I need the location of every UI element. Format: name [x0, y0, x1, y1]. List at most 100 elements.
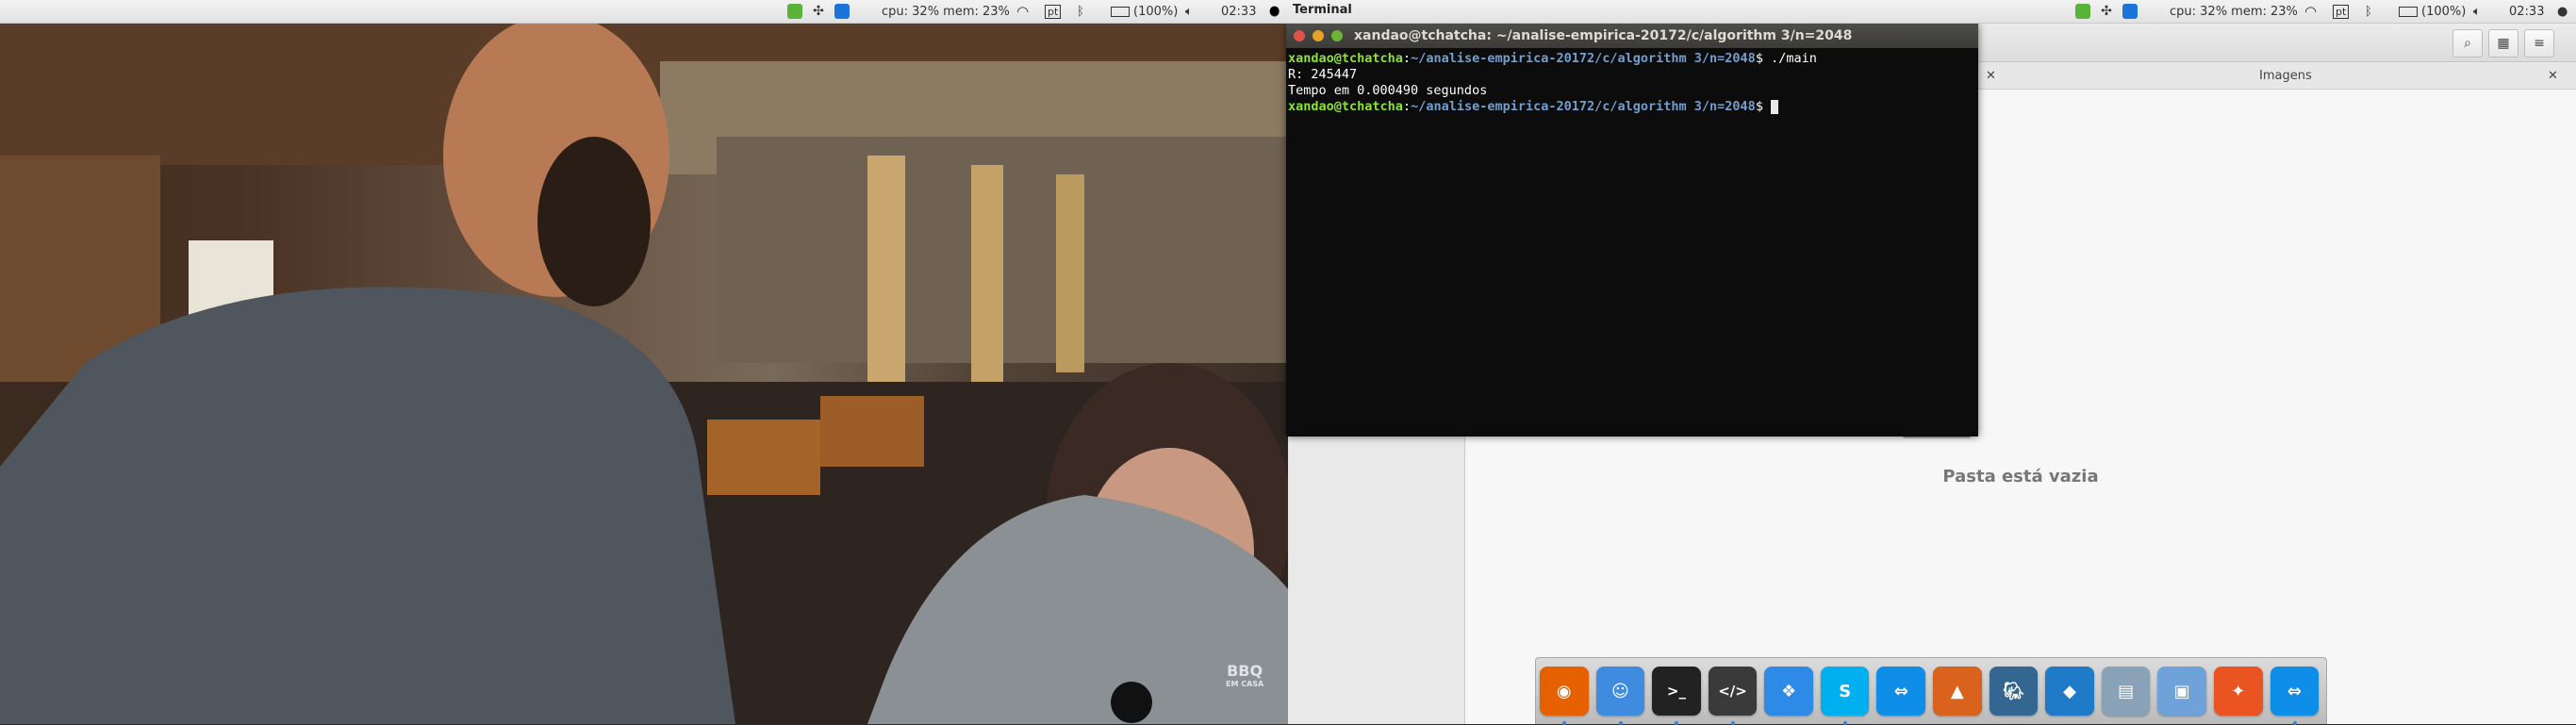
dock-item-postgresql[interactable]: 🐘︎	[1989, 667, 2039, 716]
battery-icon	[1111, 6, 1130, 17]
terminal-output[interactable]: xandao@tchatcha:~/analise-empirica-20172…	[1286, 48, 1978, 118]
wifi-icon-right[interactable]: ◠	[2304, 0, 2317, 23]
apple-menu-icon[interactable]: ●	[1269, 4, 1280, 18]
running-indicator	[1730, 721, 1735, 725]
watermark-line-2: EM CASA	[1226, 680, 1264, 688]
mysql-workbench-icon: ◆	[2063, 681, 2076, 701]
tab-imagens-label[interactable]: Imagens	[2259, 62, 2312, 89]
running-indicator	[1618, 721, 1623, 725]
running-indicator	[1562, 721, 1566, 725]
empty-folder-label: Pasta está vazia	[1942, 467, 2099, 486]
code-editor-icon: </>	[1718, 683, 1747, 700]
prompt-path: ~/analise-empirica-20172/c/algorithm 3/n…	[1411, 51, 1756, 66]
keyboard-layout-indicator-right[interactable]: pt	[2333, 0, 2350, 23]
tab-close-button-2[interactable]: ✕	[2548, 62, 2558, 89]
terminal-titlebar[interactable]: xandao@tchatcha: ~/analise-empirica-2017…	[1286, 24, 1978, 48]
battery-icon-right	[2399, 6, 2418, 17]
dock-item-virtualbox[interactable]: ▣	[2157, 667, 2206, 716]
dock-item-mysql-workbench[interactable]: ◆	[2045, 667, 2094, 716]
grid-icon: ▦	[2497, 36, 2510, 51]
video-player[interactable]: BBQ EM CASA	[0, 24, 1288, 724]
teamviewer-tray-icon[interactable]	[834, 4, 850, 19]
clock[interactable]: 02:33	[1221, 0, 1256, 23]
dropbox-icon: ❖	[1781, 681, 1797, 701]
prompt-path-2: ~/analise-empirica-20172/c/algorithm 3/n…	[1411, 99, 1756, 114]
dock-item-ubuntu-software[interactable]: ✦	[2213, 667, 2263, 716]
prompt-user-host: xandao@tchatcha	[1288, 51, 1403, 66]
close-window-button[interactable]	[1294, 30, 1305, 41]
ubuntu-software-icon: ✦	[2231, 681, 2246, 701]
cpu-mem-indicator[interactable]: cpu: 32% mem: 23%	[882, 0, 1010, 23]
clock-right[interactable]: 02:33	[2509, 0, 2544, 23]
firefox-icon: ◉	[1556, 681, 1572, 701]
dock-item-teamviewer[interactable]: ⇔	[2270, 667, 2320, 725]
watermark-line-1: BBQ	[1227, 662, 1263, 680]
virtualbox-icon: ▣	[2173, 681, 2190, 701]
teamviewer-icon-2: ⇔	[2287, 681, 2302, 701]
postgresql-icon: 🐘︎	[2002, 681, 2024, 701]
dock-item-firefox[interactable]: ◉	[1540, 667, 1589, 725]
hamburger-icon: ≡	[2534, 36, 2545, 51]
search-button[interactable]: ⌕	[2452, 29, 2483, 58]
skype-icon: S	[1839, 681, 1852, 701]
top-panel: ✣ cpu: 32% mem: 23% ◠ pt ᛒ (100%) 🔈︎ 02:…	[0, 0, 1288, 24]
bluetooth-icon[interactable]: ᛒ	[1077, 0, 1084, 23]
terminal-line-2: R: 245447	[1288, 67, 1358, 82]
indicator-group-right: ✣	[2075, 0, 2138, 23]
keyboard-layout-label-right: pt	[2333, 4, 2350, 19]
running-indicator	[1842, 721, 1847, 725]
minimize-window-button[interactable]	[1313, 30, 1324, 41]
battery-label-right: (100%)	[2421, 4, 2467, 19]
battery-label: (100%)	[1133, 4, 1179, 19]
dock-item-teamviewer[interactable]: ⇔	[1876, 667, 1926, 716]
bluetooth-icon-right[interactable]: ᛒ	[2365, 0, 2372, 23]
top-panel-right: ✣ cpu: 32% mem: 23% ◠ pt ᛒ (100%) 🔈︎ 02:…	[1288, 0, 2576, 24]
dock-item-skype[interactable]: S	[1820, 667, 1870, 725]
battery-indicator-right[interactable]: (100%)	[2399, 0, 2466, 23]
update-icon-right[interactable]	[2075, 4, 2090, 19]
terminal-window[interactable]: xandao@tchatcha: ~/analise-empirica-2017…	[1286, 24, 1978, 437]
matlab-icon: ▲	[1950, 681, 1964, 701]
system-menu-icon-right[interactable]: ●	[2557, 0, 2568, 23]
prompt-dollar: $	[1755, 99, 1772, 114]
video-watermark: BBQ EM CASA	[1226, 662, 1264, 691]
dock-item-code-editor[interactable]: </>	[1708, 667, 1758, 725]
terminal-title: xandao@tchatcha: ~/analise-empirica-2017…	[1354, 28, 1853, 43]
terminal-line-3: Tempo em 0.000490 segundos	[1288, 83, 1488, 98]
volume-icon[interactable]: 🔈︎	[1185, 0, 1193, 23]
dock-item-matlab[interactable]: ▲	[1933, 667, 1982, 716]
wifi-icon[interactable]: ◠	[1016, 0, 1029, 23]
finder-icon: ☺	[1610, 681, 1629, 701]
teamviewer-tray-icon-right[interactable]	[2122, 4, 2138, 19]
left-monitor: BBQ EM CASA ✣ cpu: 32% mem: 23% ◠ pt ᛒ (…	[0, 0, 1288, 724]
update-icon[interactable]	[787, 4, 802, 19]
cpu-mem-indicator-right[interactable]: cpu: 32% mem: 23%	[2170, 0, 2298, 23]
running-indicator	[2292, 721, 2297, 725]
puzzle-icon[interactable]: ✣	[810, 4, 827, 19]
maximize-window-button[interactable]	[1331, 30, 1343, 41]
view-grid-button[interactable]: ▦	[2488, 29, 2518, 58]
dock-item-dropbox[interactable]: ❖	[1764, 667, 1813, 716]
prompt-colon: :	[1402, 51, 1412, 66]
menu-button[interactable]: ≡	[2524, 29, 2554, 58]
terminal-line-4: xandao@tchatcha:~/analise-empirica-20172…	[1288, 99, 1976, 115]
application-dock: ◉ ☺ >_ </> ❖ S ⇔ ▲ 🐘︎ ◆ ▤ ▣ ✦ ⇔	[1535, 657, 2327, 725]
teamviewer-icon: ⇔	[1893, 681, 1908, 701]
video-frame	[0, 24, 1288, 724]
dock-item-scanner[interactable]: ▤	[2101, 667, 2151, 716]
running-indicator	[1675, 721, 1679, 725]
prompt-colon-2: :	[1402, 99, 1412, 114]
dock-item-finder[interactable]: ☺	[1595, 667, 1645, 725]
volume-icon-right[interactable]: 🔈︎	[2473, 0, 2481, 23]
active-app-name[interactable]: Terminal	[1293, 3, 1352, 17]
command-text: $ ./main	[1755, 51, 1817, 66]
tab-close-button-1[interactable]: ✕	[1986, 62, 1996, 89]
battery-indicator[interactable]: (100%)	[1111, 0, 1178, 23]
search-icon: ⌕	[2464, 36, 2471, 51]
text-cursor	[1771, 99, 1779, 114]
puzzle-icon-right[interactable]: ✣	[2098, 4, 2115, 19]
keyboard-layout-indicator[interactable]: pt	[1045, 0, 1062, 23]
terminal-icon: >_	[1666, 683, 1686, 700]
indicator-group: ✣	[787, 0, 850, 23]
dock-item-terminal[interactable]: >_	[1652, 667, 1701, 725]
